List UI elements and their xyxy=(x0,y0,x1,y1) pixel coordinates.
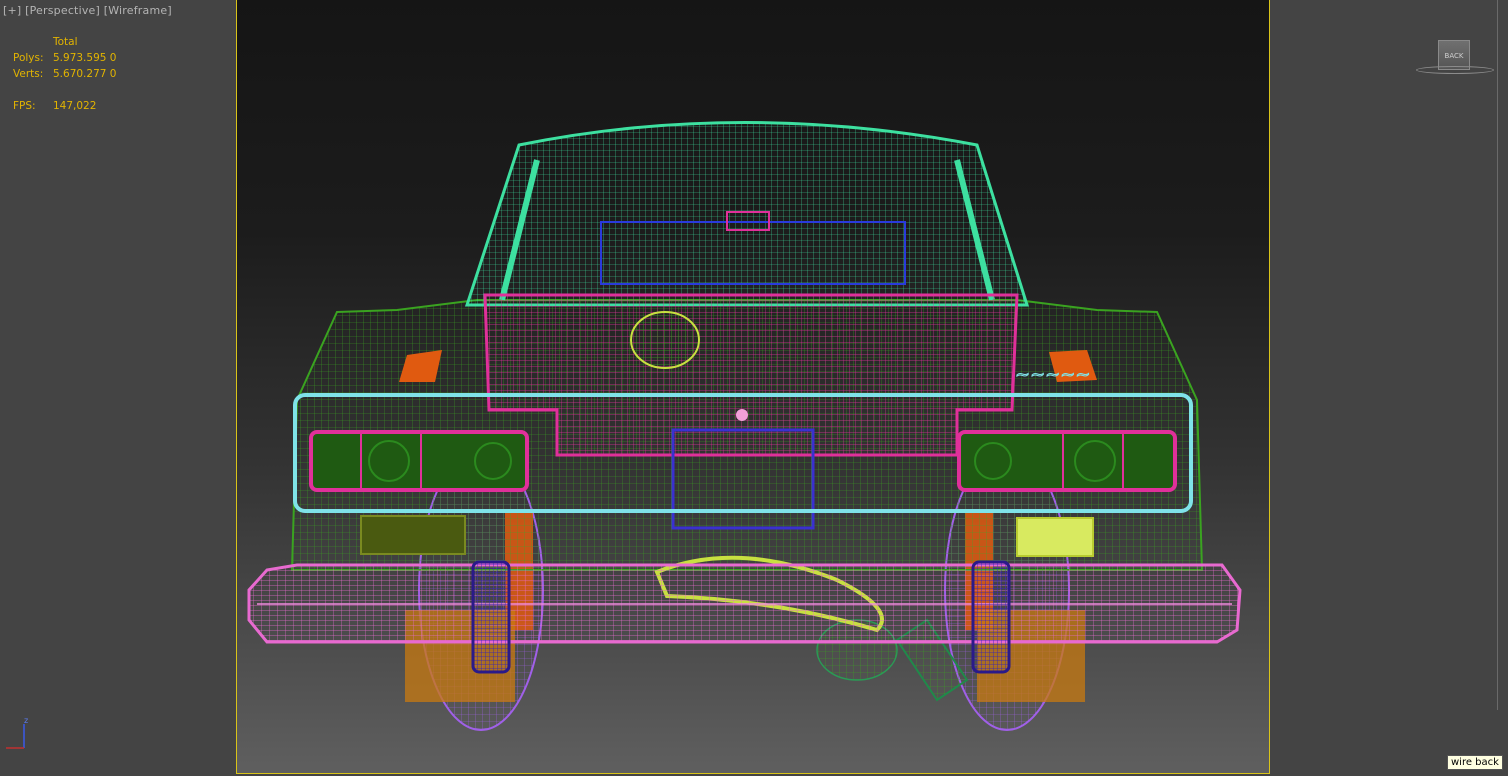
bumper-guard-right xyxy=(971,560,1011,674)
fps-label: FPS: xyxy=(13,100,36,112)
viewcube-compass-ring[interactable] xyxy=(1416,66,1494,74)
fps-value: 147,022 xyxy=(53,100,97,112)
reflector-right xyxy=(1016,517,1094,557)
tail-light-right xyxy=(957,430,1177,492)
verts-label: Verts: xyxy=(13,68,44,80)
car-wireframe-model[interactable]: ~~~~~ xyxy=(237,0,1270,774)
viewport-label[interactable]: [+] [Perspective] [Wireframe] xyxy=(3,4,172,17)
model-badge-script: ~~~~~ xyxy=(1015,364,1090,385)
bumper-guard-left xyxy=(471,560,511,674)
polys-value: 5.973.595 0 xyxy=(53,52,117,64)
viewcube[interactable]: BACK xyxy=(1416,36,1494,80)
tail-light-left xyxy=(309,430,529,492)
stats-header: Total xyxy=(53,36,78,48)
axis-z-label: z xyxy=(24,716,28,725)
viewport-menu-plus[interactable]: [+] xyxy=(3,4,21,17)
car-roof xyxy=(464,121,1030,307)
verts-value: 5.670.277 0 xyxy=(53,68,117,80)
reflector-left xyxy=(360,515,466,555)
viewport-safe-frame[interactable]: ~~~~~ xyxy=(236,0,1270,774)
rear-bumper xyxy=(247,563,1242,644)
axis-tripod: z xyxy=(2,714,36,754)
viewport-scrollbar[interactable] xyxy=(1497,0,1498,710)
viewport-menu-shading[interactable]: [Wireframe] xyxy=(104,4,172,17)
tooltip: wire back xyxy=(1447,755,1503,770)
viewport-menu-view[interactable]: [Perspective] xyxy=(25,4,100,17)
polys-label: Polys: xyxy=(13,52,44,64)
